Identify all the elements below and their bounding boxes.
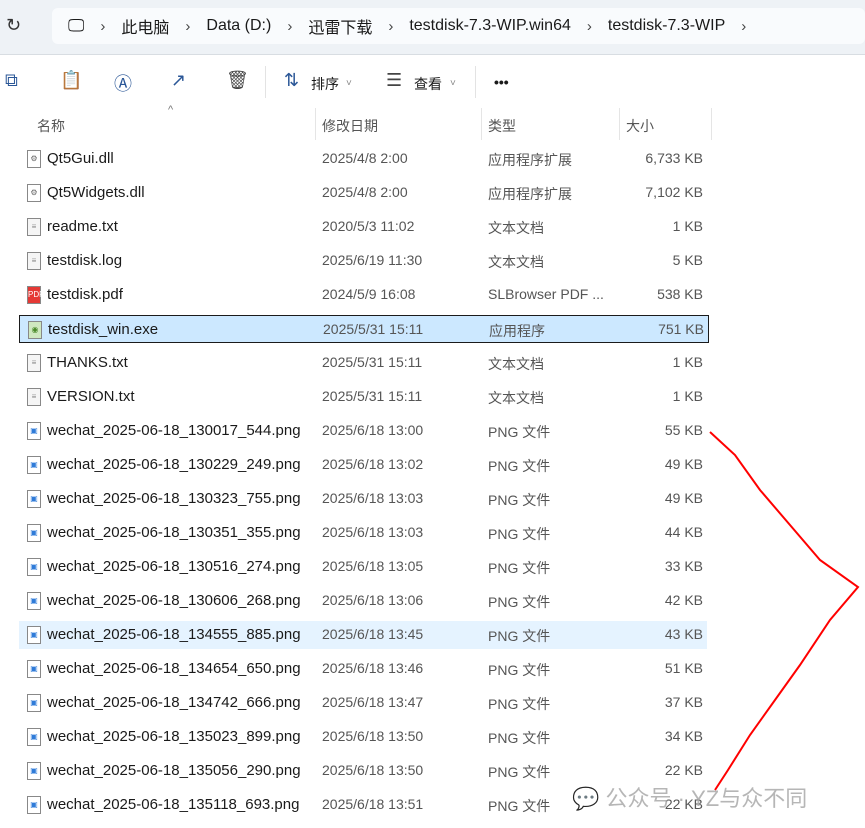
watermark-text: 公众号 · YZ与众不同 xyxy=(605,786,808,811)
wechat-icon: 💬 xyxy=(572,786,600,811)
watermark: 💬 公众号 · YZ与众不同 xyxy=(572,781,807,813)
red-annotation-line xyxy=(709,431,860,791)
